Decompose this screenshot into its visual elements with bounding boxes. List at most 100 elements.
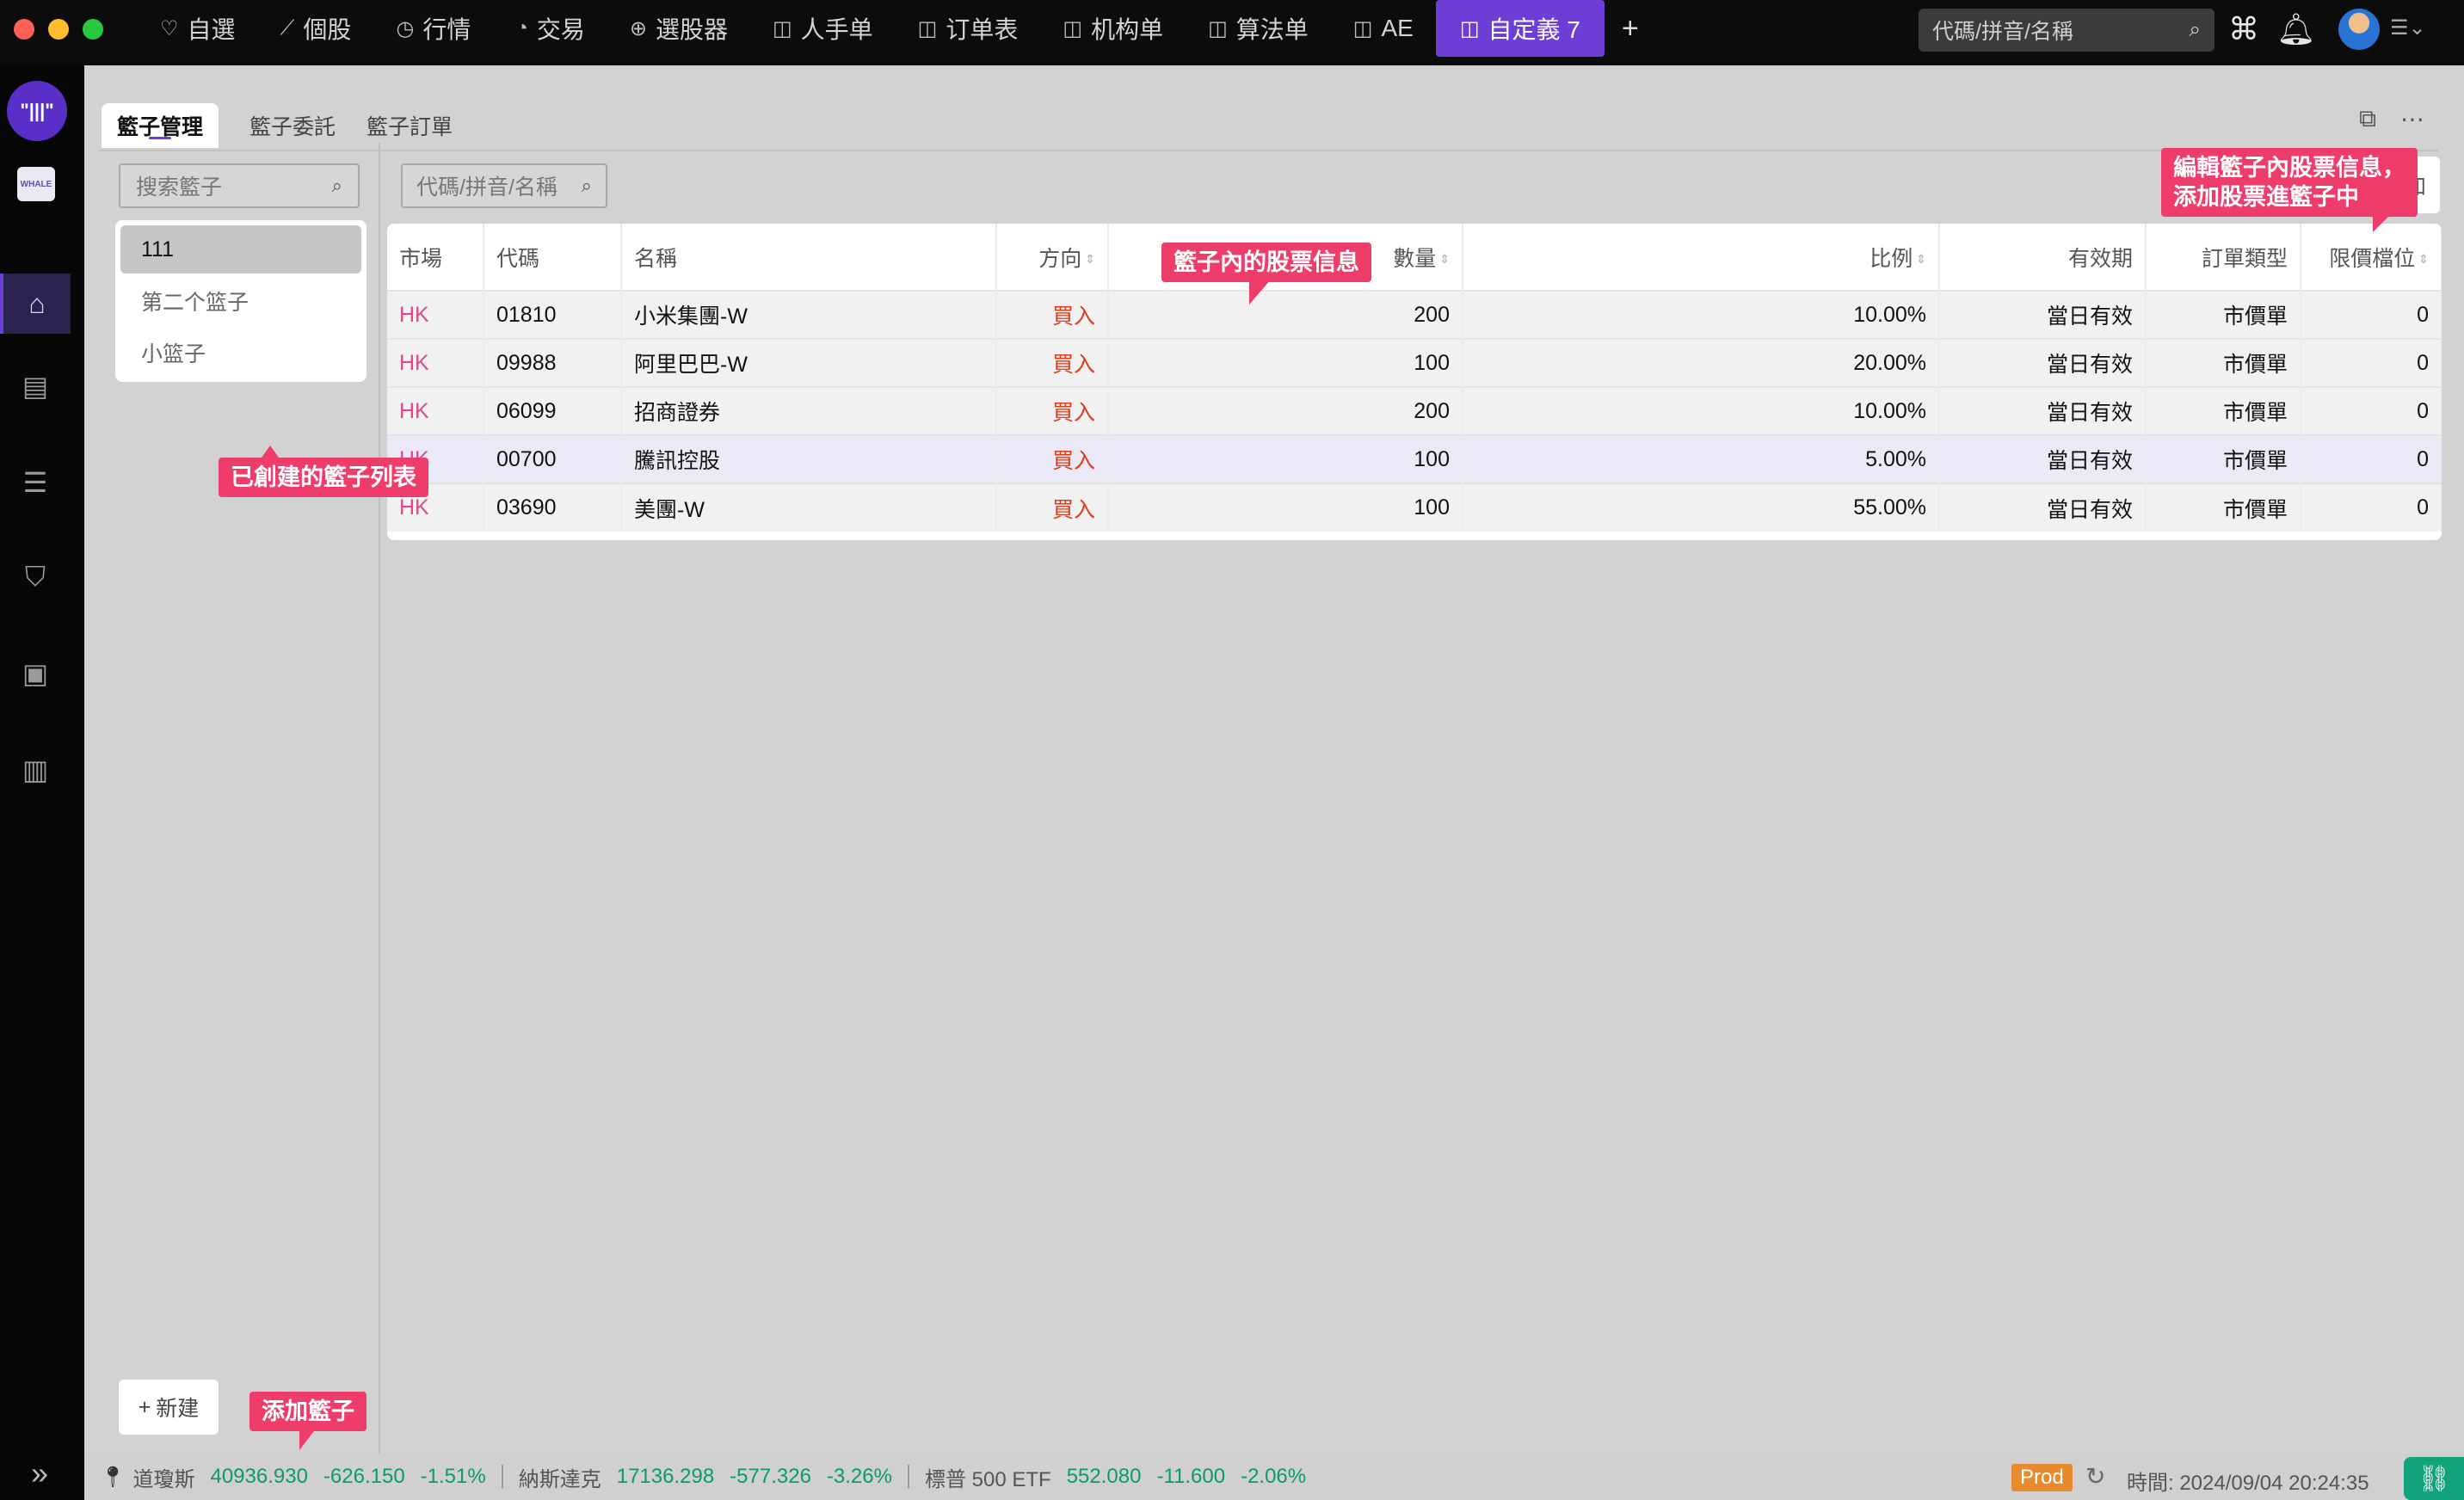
basket-item[interactable]: 第二个篮子 <box>120 277 361 325</box>
callout-add-basket: 添加籃子 <box>249 1392 367 1450</box>
title-bar: ♡ 自選 ⟋ 個股 ◷ 行情 ◔ 交易 ⊕ 選股器 ◫ 人手单 ◫ 订单表 ◫ 机构单 ◫ 算法单… <box>0 0 2464 65</box>
table-row[interactable]: HK 00700 騰訊控股 買入 100 5.00% 當日有效 市價單 0 <box>387 435 2442 483</box>
plus-icon: + <box>138 1394 151 1419</box>
ratio-cell: 55.00% <box>1463 483 1940 532</box>
basket-item[interactable]: 111 <box>120 225 361 274</box>
limit-level-cell: 0 <box>2301 339 2442 387</box>
building-icon[interactable]: ▥ <box>0 740 71 800</box>
tab-basket-orders[interactable]: 籃子委託 <box>234 103 351 148</box>
clock-icon: ◷ <box>396 16 415 40</box>
top-tabs: ♡ 自選 ⟋ 個股 ◷ 行情 ◔ 交易 ⊕ 選股器 ◫ 人手单 ◫ 订单表 ◫ 机构单 ◫ 算法单… <box>138 0 1656 57</box>
add-tab-button[interactable]: + <box>1605 0 1656 57</box>
basket-item[interactable]: 小篮子 <box>120 329 361 377</box>
expand-sidebar-icon[interactable]: » <box>31 1455 48 1491</box>
tab-label: AE <box>1381 15 1414 41</box>
apps-grid-icon[interactable]: ⌘ <box>2228 12 2259 46</box>
status-bar: 📍︎ 道瓊斯 40936.930 -626.150 -1.51% 納斯達克 17… <box>84 1454 2464 1500</box>
layout-icon: ◫ <box>1459 16 1480 40</box>
clock-text: 時間: 2024/09/04 20:24:35 <box>2127 1472 2369 1495</box>
layout-icon: ◫ <box>1208 16 1228 40</box>
direction-cell: 買入 <box>996 387 1109 435</box>
tab-stock[interactable]: ⟋ 個股 <box>258 0 374 57</box>
tab-manual-order[interactable]: ◫ 人手单 <box>750 0 896 57</box>
column-header-ratio[interactable]: 比例 ⇕ <box>1463 224 1940 291</box>
search-icon: ⌕ <box>581 175 592 196</box>
app-logo[interactable]: "|||" <box>7 81 67 141</box>
index-name: 道瓊斯 <box>132 1467 195 1491</box>
more-icon[interactable]: ⋯ <box>2400 105 2424 133</box>
stock-search-input[interactable]: 代碼/拼音/名稱 ⌕ <box>401 163 607 208</box>
tab-label: 自定義 7 <box>1488 16 1580 43</box>
table-row[interactable]: HK 06099 招商證券 買入 200 10.00% 當日有效 市價單 0 <box>387 387 2442 435</box>
search-document-icon[interactable]: ▤ <box>0 356 71 416</box>
layout-icon: ◫ <box>917 16 938 40</box>
name-cell: 美團-W <box>621 483 997 532</box>
pie-icon: ◔ <box>515 16 528 40</box>
tab-ae[interactable]: ◫ AE <box>1331 0 1436 57</box>
ratio-cell: 20.00% <box>1463 339 1940 387</box>
tab-label: 行情 <box>422 16 471 43</box>
index-value: 552.080 <box>1066 1465 1142 1488</box>
callout-tail <box>262 446 279 458</box>
search-placeholder: 代碼/拼音/名稱 <box>1932 20 2073 44</box>
close-window-button[interactable] <box>14 19 34 40</box>
tab-watchlist[interactable]: ♡ 自選 <box>138 0 258 57</box>
header-label: 數量 <box>1393 246 1437 271</box>
table-row[interactable]: HK 01810 小米集團-W 買入 200 10.00% 當日有效 市價單 0 <box>387 291 2442 339</box>
maximize-window-button[interactable] <box>83 19 103 40</box>
callout-tail <box>1249 279 1272 304</box>
popout-icon[interactable]: ⧉ <box>2359 105 2376 133</box>
sort-icon: ⇕ <box>1916 252 1926 267</box>
refresh-icon[interactable]: ↻ <box>2085 1462 2105 1491</box>
database-icon[interactable]: ☰ <box>0 452 71 513</box>
table-row[interactable]: HK 03690 美團-W 買入 100 55.00% 當日有效 市價單 0 <box>387 483 2442 532</box>
tab-institutional-order[interactable]: ◫ 机构单 <box>1040 0 1186 57</box>
limit-level-cell: 0 <box>2301 291 2442 339</box>
home-icon[interactable]: ⌂ <box>0 274 71 334</box>
link-icon[interactable]: ⛓ <box>2404 1457 2464 1500</box>
shield-icon[interactable]: ⛉ <box>0 547 71 607</box>
limit-level-cell: 0 <box>2301 435 2442 483</box>
global-search-input[interactable]: 代碼/拼音/名稱 ⌕ <box>1919 9 2215 52</box>
table-row[interactable]: HK 09988 阿里巴巴-W 買入 100 20.00% 當日有效 市價單 0 <box>387 339 2442 387</box>
whale-app-icon[interactable]: WHALE <box>17 167 55 201</box>
column-header-direction[interactable]: 方向 ⇕ <box>996 224 1109 291</box>
tab-screener[interactable]: ⊕ 選股器 <box>607 0 750 57</box>
tab-algo-order[interactable]: ◫ 算法单 <box>1186 0 1331 57</box>
quantity-cell: 100 <box>1108 483 1463 532</box>
header-label: 比例 <box>1870 246 1913 271</box>
callout-tail <box>2373 215 2390 232</box>
table-header-row: 市場 代碼 名稱 方向 ⇕ 數量 ⇕ 比例 ⇕ 有效期 訂單類型 限價檔位 ⇕ <box>387 224 2442 291</box>
tab-label: 選股器 <box>655 16 728 43</box>
basket-stock-table: 市場 代碼 名稱 方向 ⇕ 數量 ⇕ 比例 ⇕ 有效期 訂單類型 限價檔位 ⇕ HK 0… <box>387 224 2442 540</box>
avatar[interactable] <box>2338 9 2380 50</box>
search-placeholder: 搜索籃子 <box>136 175 223 200</box>
sort-icon: ⇕ <box>2418 252 2429 267</box>
callout-stock-info: 籃子內的股票信息 <box>1161 243 1371 304</box>
minimize-window-button[interactable] <box>48 19 69 40</box>
index-change: -577.326 <box>730 1465 811 1488</box>
new-basket-button[interactable]: + 新建 <box>119 1380 219 1435</box>
tab-trade[interactable]: ◔ 交易 <box>493 0 607 57</box>
sort-icon: ⇕ <box>1085 252 1095 267</box>
order-type-cell: 市價單 <box>2146 483 2301 532</box>
header-label: 限價檔位 <box>2329 246 2416 271</box>
left-nav: "|||" WHALE ⌂ ▤ ☰ ⛉ ▣ ▥ » <box>0 65 84 1500</box>
tab-basket-management[interactable]: 籃子管理 <box>102 103 219 148</box>
column-header-limit-level[interactable]: 限價檔位 ⇕ <box>2301 224 2442 291</box>
basket-search-input[interactable]: 搜索籃子 ⌕ <box>119 163 360 208</box>
tab-basket-fills[interactable]: 籃子訂單 <box>351 103 468 148</box>
index-name: 標普 500 ETF <box>924 1467 1051 1491</box>
callout-text: 添加籃子 <box>262 1399 354 1424</box>
user-menu-chevron-icon[interactable]: ☰⌄ <box>2390 15 2426 40</box>
pin-icon[interactable]: 📍︎ <box>100 1465 126 1490</box>
column-header-code: 代碼 <box>484 224 622 291</box>
tab-quotes[interactable]: ◷ 行情 <box>373 0 493 57</box>
tab-custom-7[interactable]: ◫ 自定義 7 <box>1435 0 1605 57</box>
settings-panel-icon[interactable]: ▣ <box>0 643 71 704</box>
tab-order-table[interactable]: ◫ 订单表 <box>896 0 1041 57</box>
tab-label: 交易 <box>536 16 585 43</box>
layout-icon: ◫ <box>772 16 792 40</box>
code-cell: 06099 <box>484 387 622 435</box>
bell-icon[interactable]: 🔔︎ <box>2276 12 2316 46</box>
